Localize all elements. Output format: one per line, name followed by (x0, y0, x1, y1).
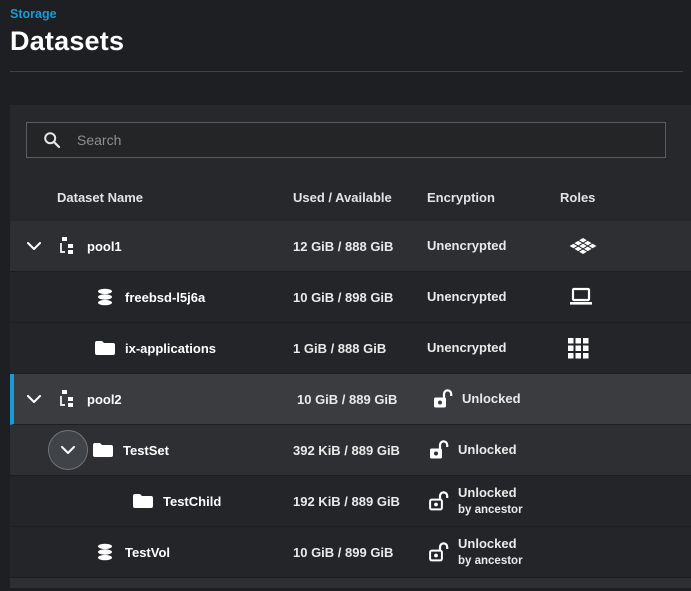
dataset-name: pool1 (87, 239, 122, 254)
apps-grid-icon (568, 338, 589, 359)
dataset-name: TestChild (163, 494, 221, 509)
search-icon (43, 131, 61, 149)
column-header-used-available: Used / Available (293, 190, 427, 205)
roles-cell (560, 287, 691, 307)
used-available-value: 10 GiB / 898 GiB (293, 290, 427, 305)
encryption-status: Unencrypted (427, 289, 506, 305)
dataset-name: TestSet (123, 443, 169, 458)
folder-icon (133, 493, 153, 509)
table-header-row: Dataset Name Used / Available Encryption… (10, 173, 691, 221)
used-available-value: 392 KiB / 889 GiB (293, 443, 427, 458)
encryption-substatus: by ancestor (458, 555, 523, 567)
breadcrumb-storage-link[interactable]: Storage (10, 7, 57, 21)
vm-laptop-icon (568, 287, 594, 307)
chevron-down-icon[interactable] (48, 430, 88, 470)
column-header-roles: Roles (560, 190, 691, 205)
encryption-status: Unlockedby ancestor (458, 485, 523, 518)
lock-open-filled-icon (431, 388, 453, 410)
dataset-name-cell: ix-applications (10, 340, 293, 356)
folder-icon (95, 340, 115, 356)
table-row-freebsd-l5j6a[interactable]: freebsd-l5j6a 10 GiB / 898 GiB Unencrypt… (10, 272, 691, 323)
dataset-name-cell: pool1 (10, 234, 293, 258)
encryption-status: Unlocked (462, 391, 521, 407)
table-row-partial[interactable] (10, 578, 691, 588)
lock-open-outline-icon (427, 541, 449, 563)
encryption-cell: Unlockedby ancestor (427, 485, 560, 518)
search-box[interactable] (26, 122, 666, 158)
encryption-status: Unlocked (458, 442, 517, 458)
lock-open-filled-icon (427, 439, 449, 461)
dataset-name-cell: pool2 (14, 387, 297, 411)
encryption-cell: Unlockedby ancestor (427, 536, 560, 569)
dataset-name-cell: TestVol (10, 542, 293, 562)
page-header: Storage Datasets (0, 0, 691, 72)
dataset-tree-icon (57, 389, 77, 409)
encryption-status: Unencrypted (427, 238, 506, 254)
table-row-testvol[interactable]: TestVol 10 GiB / 899 GiB Unlockedby ance… (10, 527, 691, 578)
dataset-name: TestVol (125, 545, 170, 560)
dataset-name: freebsd-l5j6a (125, 290, 205, 305)
page-title: Datasets (10, 26, 691, 57)
dataset-name-cell: freebsd-l5j6a (10, 287, 293, 307)
encryption-cell: Unlocked (427, 439, 560, 461)
search-wrap (26, 122, 666, 158)
folder-icon (93, 442, 113, 458)
encryption-cell: Unencrypted (427, 289, 560, 305)
chevron-down-icon[interactable] (22, 234, 46, 258)
column-header-dataset-name: Dataset Name (10, 190, 293, 205)
zvol-icon (95, 542, 115, 562)
encryption-cell: Unencrypted (427, 340, 560, 356)
zvol-icon (95, 287, 115, 307)
used-available-value: 10 GiB / 889 GiB (297, 392, 431, 407)
table-row-testset[interactable]: TestSet 392 KiB / 889 GiB Unlocked (10, 425, 691, 476)
encryption-cell: Unlocked (431, 388, 564, 410)
roles-cell (560, 234, 691, 258)
dataset-name-cell: TestChild (10, 493, 293, 509)
roles-cell (560, 338, 691, 359)
encryption-cell: Unencrypted (427, 238, 560, 254)
lock-open-outline-icon (427, 490, 449, 512)
used-available-value: 12 GiB / 888 GiB (293, 239, 427, 254)
table-row-pool1[interactable]: pool1 12 GiB / 888 GiB Unencrypted (10, 221, 691, 272)
datasets-panel: Dataset Name Used / Available Encryption… (10, 105, 691, 588)
encryption-status: Unencrypted (427, 340, 506, 356)
encryption-substatus: by ancestor (458, 504, 523, 516)
dataset-name-cell: TestSet (10, 430, 293, 470)
table-row-pool2[interactable]: pool2 10 GiB / 889 GiB Unlocked (10, 374, 691, 425)
header-divider (10, 71, 683, 72)
column-header-encryption: Encryption (427, 190, 560, 205)
dataset-name: ix-applications (125, 341, 216, 356)
search-input[interactable] (77, 132, 653, 148)
table-row-testchild[interactable]: TestChild 192 KiB / 889 GiB Unlockedby a… (10, 476, 691, 527)
table-row-ix-applications[interactable]: ix-applications 1 GiB / 888 GiB Unencryp… (10, 323, 691, 374)
used-available-value: 192 KiB / 889 GiB (293, 494, 427, 509)
dataset-tree-icon (57, 236, 77, 256)
dataset-share-icon (568, 234, 598, 258)
encryption-status: Unlockedby ancestor (458, 536, 523, 569)
dataset-name: pool2 (87, 392, 122, 407)
chevron-down-icon[interactable] (22, 387, 46, 411)
used-available-value: 1 GiB / 888 GiB (293, 341, 427, 356)
used-available-value: 10 GiB / 899 GiB (293, 545, 427, 560)
